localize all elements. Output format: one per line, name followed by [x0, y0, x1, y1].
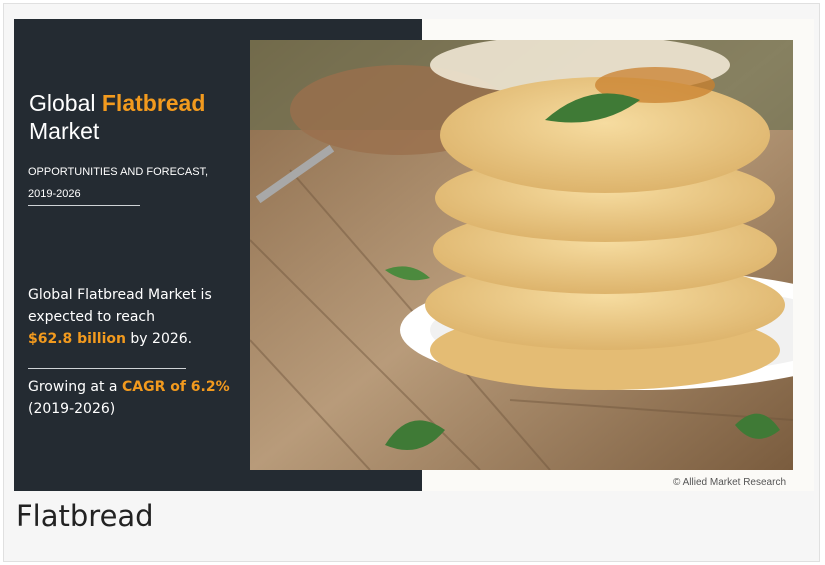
divider — [28, 368, 186, 369]
title-prefix: Global — [29, 90, 102, 116]
divider — [28, 205, 140, 206]
flatbread-stack-illustration — [250, 40, 793, 470]
title-accent: Flatbread — [101, 90, 206, 116]
growth-prefix: Growing at a — [28, 379, 122, 395]
cagr-text: Growing at a CAGR of 6.2% (2019-2026) — [28, 376, 258, 420]
growth-value: CAGR of 6.2% — [121, 379, 230, 395]
infographic-title: Global Flatbread Market — [29, 89, 205, 145]
infographic-subtitle: OPPORTUNITIES AND FORECAST, 2019-2026 — [28, 166, 209, 200]
reach-text-end: by 2026. — [125, 331, 193, 347]
market-reach-text: Global Flatbread Market is expected to r… — [28, 284, 243, 350]
infographic-image[interactable]: Global Flatbread Market OPPORTUNITIES AN… — [14, 19, 814, 491]
card: Global Flatbread Market OPPORTUNITIES AN… — [3, 3, 820, 562]
reach-text: Global Flatbread Market is expected to r… — [28, 287, 212, 325]
copyright-credit: © Allied Market Research — [673, 477, 786, 488]
growth-period: (2019-2026) — [28, 401, 116, 417]
title-line2: Market — [29, 118, 100, 144]
flatbread-photo — [250, 40, 793, 470]
image-caption: Flatbread — [16, 499, 154, 533]
reach-value: $62.8 billion — [28, 331, 126, 347]
